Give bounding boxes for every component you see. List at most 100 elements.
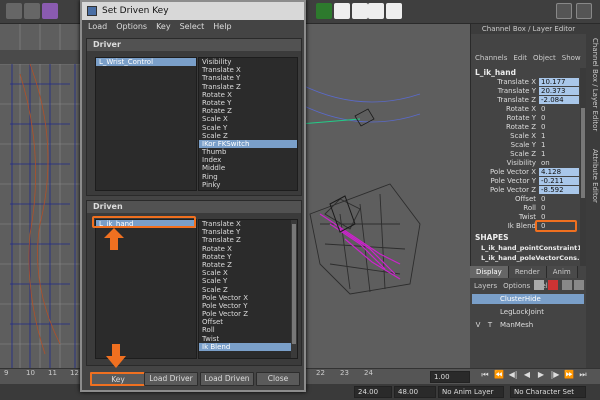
layer-row[interactable]: LegLockJoint bbox=[472, 307, 584, 317]
channel-value[interactable]: 1 bbox=[539, 150, 579, 158]
key-button[interactable]: Key bbox=[90, 372, 146, 386]
render-region-icon[interactable] bbox=[334, 3, 350, 19]
driven-attribute-item[interactable]: Translate Z bbox=[199, 236, 297, 244]
step-forward-icon[interactable]: ⏩ bbox=[564, 370, 574, 382]
layer-template-toggle[interactable]: T bbox=[486, 320, 494, 330]
layer-row[interactable]: ClusterHide bbox=[472, 294, 584, 304]
channel-value[interactable]: 0 bbox=[539, 195, 579, 203]
scroll-thumb[interactable] bbox=[581, 108, 585, 198]
channel-row[interactable]: Offset 0 bbox=[471, 195, 586, 204]
shape-item[interactable]: L_ik_hand_poleVectorCons... bbox=[471, 253, 586, 263]
driver-attribute-item[interactable]: Rotate X bbox=[199, 91, 297, 99]
channel-row[interactable]: Translate X 10.177 bbox=[471, 78, 586, 87]
tab-anim[interactable]: Anim bbox=[546, 266, 578, 278]
new-layer-icon[interactable] bbox=[534, 280, 544, 290]
channel-value[interactable]: 1 bbox=[539, 132, 579, 140]
driven-attribute-item[interactable]: Rotate X bbox=[199, 245, 297, 253]
channel-value[interactable]: 4.128 bbox=[539, 168, 579, 176]
driver-attribute-item[interactable]: Translate Z bbox=[199, 83, 297, 91]
render-icon[interactable] bbox=[316, 3, 332, 19]
driven-attribute-item[interactable]: Translate X bbox=[199, 220, 297, 228]
menu-select[interactable]: Select bbox=[180, 20, 205, 34]
channel-row[interactable]: Pole Vector X 4.128 bbox=[471, 168, 586, 177]
load-driven-button[interactable]: Load Driven bbox=[200, 372, 254, 386]
layer-template-toggle[interactable] bbox=[486, 294, 494, 304]
tab-render[interactable]: Render bbox=[508, 266, 547, 278]
driver-attribute-item[interactable]: Thumb bbox=[199, 148, 297, 156]
driver-attribute-item[interactable]: Rotate Z bbox=[199, 107, 297, 115]
channel-value[interactable]: 0 bbox=[539, 204, 579, 212]
driver-attribute-item[interactable]: Visibility bbox=[199, 58, 297, 66]
ipr-render-icon[interactable] bbox=[352, 3, 368, 19]
character-set-dropdown[interactable]: No Character Set bbox=[510, 386, 586, 398]
menu-channels[interactable]: Channels bbox=[475, 52, 507, 64]
driven-attribute-item[interactable]: Scale X bbox=[199, 269, 297, 277]
driver-attribute-item[interactable]: Middle bbox=[199, 164, 297, 172]
menu-show[interactable]: Show bbox=[562, 52, 581, 64]
driver-attribute-item[interactable]: Scale Z bbox=[199, 132, 297, 140]
layout-icon-2[interactable] bbox=[576, 3, 592, 19]
menu-object[interactable]: Object bbox=[533, 52, 556, 64]
snap-curve-icon[interactable] bbox=[24, 3, 40, 19]
new-layer-selected-icon[interactable] bbox=[548, 280, 558, 290]
channel-value[interactable]: 0 bbox=[539, 123, 579, 131]
driven-attribute-item[interactable]: Offset bbox=[199, 318, 297, 326]
channel-row[interactable]: Rotate Y0 bbox=[471, 114, 586, 123]
driven-attribute-item[interactable]: Pole Vector Z bbox=[199, 310, 297, 318]
snap-grid-icon[interactable] bbox=[6, 3, 22, 19]
driven-attribute-item[interactable]: Rotate Z bbox=[199, 261, 297, 269]
goto-end-icon[interactable]: ⏭ bbox=[578, 370, 588, 382]
tab-channel-box[interactable]: Channel Box / Layer Editor bbox=[587, 30, 599, 140]
menu-options[interactable]: Options bbox=[116, 20, 147, 34]
menu-layers[interactable]: Layers bbox=[474, 280, 497, 292]
menu-load[interactable]: Load bbox=[88, 20, 107, 34]
play-forward-icon[interactable]: ▶ bbox=[536, 370, 546, 382]
channel-value[interactable]: -2.084 bbox=[539, 96, 579, 104]
driven-attribute-item[interactable]: Ik Blend bbox=[199, 342, 297, 351]
channel-value[interactable]: 0 bbox=[539, 105, 579, 113]
driven-attribute-item[interactable]: Scale Z bbox=[199, 286, 297, 294]
channel-value[interactable]: 20.373 bbox=[539, 87, 579, 95]
channel-value[interactable]: -8.592 bbox=[539, 186, 579, 194]
driven-attribute-list[interactable]: Translate X Translate Y Translate Z Rotate … bbox=[198, 219, 298, 359]
layer-visibility-toggle[interactable]: V bbox=[474, 320, 482, 330]
driven-attribute-item[interactable]: Pole Vector X bbox=[199, 294, 297, 302]
menu-key[interactable]: Key bbox=[156, 20, 171, 34]
next-key-icon[interactable]: |▶ bbox=[550, 370, 560, 382]
layer-visibility-toggle[interactable] bbox=[474, 294, 482, 304]
step-back-icon[interactable]: ⏪ bbox=[494, 370, 504, 382]
layer-visibility-toggle[interactable] bbox=[474, 307, 482, 317]
driven-attribute-item[interactable]: Rotate Y bbox=[199, 253, 297, 261]
driver-object-item[interactable]: L_Wrist_Control bbox=[96, 58, 196, 67]
goto-start-icon[interactable]: ⏮ bbox=[480, 370, 490, 382]
range-start-field[interactable]: 24.00 bbox=[354, 386, 392, 398]
layer-template-toggle[interactable] bbox=[486, 307, 494, 317]
prev-key-icon[interactable]: ◀| bbox=[508, 370, 518, 382]
driven-attribute-item[interactable]: Translate Y bbox=[199, 228, 297, 236]
anim-layer-dropdown[interactable]: No Anim Layer bbox=[438, 386, 504, 398]
menu-help[interactable]: Help bbox=[213, 20, 231, 34]
tab-display[interactable]: Display bbox=[470, 266, 509, 278]
channel-row[interactable]: Scale Z1 bbox=[471, 150, 586, 159]
driver-attribute-item[interactable]: Translate X bbox=[199, 66, 297, 74]
channel-row[interactable]: Rotate X0 bbox=[471, 105, 586, 114]
dialog-title-bar[interactable]: Set Driven Key bbox=[82, 2, 304, 20]
channel-row[interactable]: Roll 0 bbox=[471, 204, 586, 213]
hypershade-icon[interactable] bbox=[386, 3, 402, 19]
layer-move-down-icon[interactable] bbox=[574, 280, 584, 290]
driver-attribute-item[interactable]: Pinky bbox=[199, 181, 297, 189]
load-driver-button[interactable]: Load Driver bbox=[144, 372, 198, 386]
channel-value[interactable]: -0.211 bbox=[539, 177, 579, 185]
channel-row[interactable]: Visibility on bbox=[471, 159, 586, 168]
tab-attribute-editor[interactable]: Attribute Editor bbox=[587, 146, 599, 206]
scroll-thumb[interactable] bbox=[292, 224, 296, 344]
render-settings-icon[interactable] bbox=[368, 3, 384, 19]
driven-attribute-item[interactable]: Roll bbox=[199, 326, 297, 334]
channel-row[interactable]: Scale X1 bbox=[471, 132, 586, 141]
driver-attribute-item[interactable]: Ring bbox=[199, 173, 297, 181]
close-button[interactable]: Close bbox=[256, 372, 300, 386]
layer-move-up-icon[interactable] bbox=[562, 280, 572, 290]
layer-row[interactable]: V T ManMesh bbox=[472, 320, 584, 330]
channel-box-node-name[interactable]: L_ik_hand bbox=[471, 68, 586, 78]
menu-edit[interactable]: Edit bbox=[513, 52, 527, 64]
